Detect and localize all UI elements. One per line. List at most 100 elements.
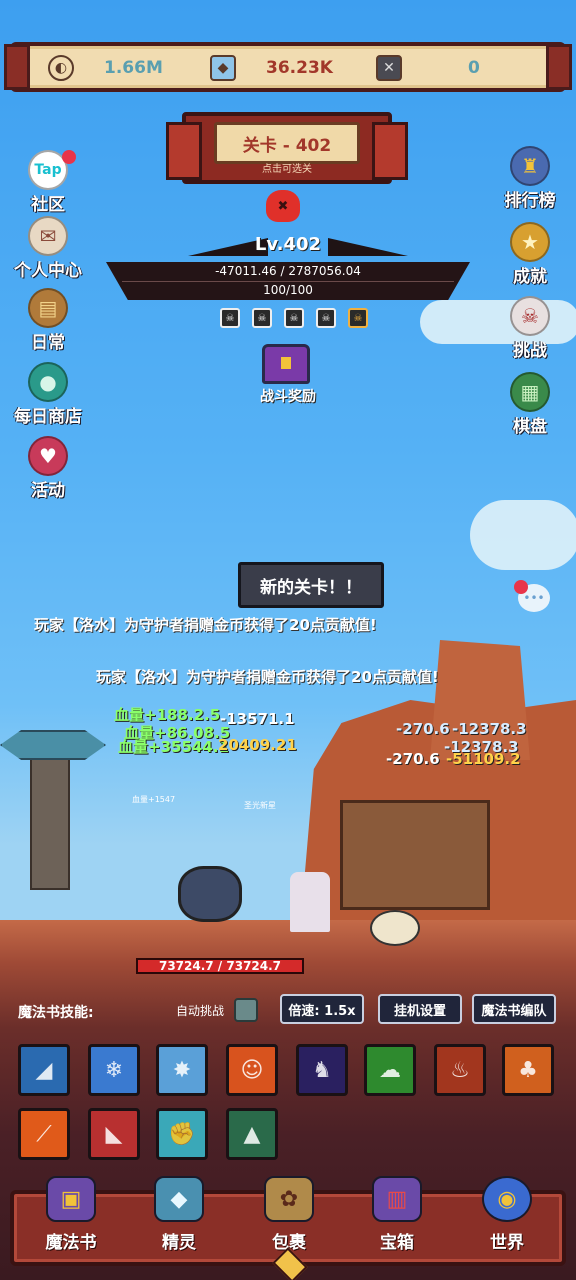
- blade-slash-icon[interactable]: ◣: [88, 1108, 140, 1160]
- flame-strike-icon[interactable]: ⟋: [18, 1108, 70, 1160]
- menu-event[interactable]: ♥ 活动: [8, 436, 88, 501]
- hp-divider: [122, 281, 454, 282]
- chessboard-icon: ▦: [510, 372, 550, 412]
- event-icon: ♥: [28, 436, 68, 476]
- boss-level: Lv.402: [254, 234, 322, 255]
- menu-chessboard[interactable]: ▦ 棋盘: [490, 372, 570, 437]
- menu-chessboard-label: 棋盘: [513, 417, 547, 437]
- resource-bar-cap-right: [546, 44, 572, 90]
- damage-number: 20409.21: [218, 736, 297, 754]
- damage-number: -270.6: [386, 750, 440, 768]
- challenge-skull-icon: ☠: [510, 296, 550, 336]
- damage-number: -51109.2: [446, 750, 521, 768]
- shadow-figure-icon[interactable]: ♞: [296, 1044, 348, 1096]
- wind-slash-icon[interactable]: ◢: [18, 1044, 70, 1096]
- shop-icon: ●: [28, 362, 68, 402]
- skill-panel-title: 魔法书技能:: [18, 1005, 94, 1021]
- menu-daily-shop-label: 每日商店: [14, 407, 82, 427]
- menu-ranking-label: 排行榜: [504, 191, 556, 211]
- rune-icon: ✕: [376, 55, 402, 81]
- resource-bar-cap-left: [4, 44, 30, 90]
- nav-bag[interactable]: ✿ 包裹: [244, 1176, 334, 1253]
- wave-skull-icon: ☠: [316, 308, 336, 328]
- resource-rune-value: 0: [468, 58, 480, 78]
- menu-daily-shop[interactable]: ● 每日商店: [8, 362, 88, 427]
- nav-spellbook[interactable]: ▣ 魔法书: [26, 1176, 116, 1253]
- nav-spellbook-label: 魔法书: [45, 1233, 97, 1253]
- notification-badge: [514, 580, 528, 594]
- ranking-icon: ♜: [510, 146, 550, 186]
- resource-crystal-value: 36.23K: [266, 58, 333, 78]
- nav-world[interactable]: ◉ 世界: [462, 1176, 552, 1253]
- chest-icon: ▥: [372, 1176, 422, 1222]
- wave-progress: ☠ ☠ ☠ ☠ ☠: [220, 308, 368, 328]
- ice-shards-icon[interactable]: ❄: [88, 1044, 140, 1096]
- menu-profile[interactable]: ✉ 个人中心: [8, 216, 88, 281]
- stage-title[interactable]: 关卡 - 402: [214, 122, 360, 164]
- resource-gold: ◐ 1.66M: [48, 54, 163, 82]
- auto-challenge-toggle[interactable]: [234, 998, 258, 1022]
- resource-bar: ◐ 1.66M ◆ 36.23K ✕ 0: [4, 42, 572, 92]
- menu-community[interactable]: Tap 社区: [8, 150, 88, 215]
- menu-challenge[interactable]: ☠ 挑战: [490, 296, 570, 361]
- boss-hp-line: 100/100: [263, 283, 313, 297]
- daily-icon: ▤: [28, 288, 68, 328]
- fire-golem-icon[interactable]: ♣: [502, 1044, 554, 1096]
- resource-crystal: ◆ 36.23K: [210, 54, 333, 82]
- totem-pole: [30, 740, 70, 890]
- nav-chest[interactable]: ▥ 宝箱: [352, 1176, 442, 1253]
- fire-spirit-icon[interactable]: ☺: [226, 1044, 278, 1096]
- menu-challenge-label: 挑战: [513, 341, 547, 361]
- menu-event-label: 活动: [31, 481, 65, 501]
- wave-skull-icon-current: ☠: [348, 308, 368, 328]
- gold-coin-icon: ◐: [48, 55, 74, 81]
- idle-settings-button[interactable]: 挂机设置: [378, 994, 462, 1024]
- damage-number: -12378.3: [452, 720, 527, 738]
- menu-achievement[interactable]: ★ 成就: [490, 222, 570, 287]
- achievement-icon: ★: [510, 222, 550, 262]
- nav-spirit[interactable]: ◆ 精灵: [134, 1176, 224, 1253]
- menu-daily-label: 日常: [31, 333, 65, 353]
- resource-rune: ✕ 0: [376, 54, 480, 82]
- nav-chest-label: 宝箱: [380, 1233, 414, 1253]
- notification-badge: [62, 150, 76, 164]
- spellbook-icon: ▣: [46, 1176, 96, 1222]
- world-eye-icon: ◉: [482, 1176, 532, 1222]
- menu-ranking[interactable]: ♜ 排行榜: [490, 146, 570, 211]
- nav-spirit-label: 精灵: [162, 1233, 196, 1253]
- menu-profile-label: 个人中心: [14, 261, 82, 281]
- notice-line: 玩家【洛水】为守护者捐赠金币获得了20点贡献值!: [34, 616, 377, 634]
- profile-icon: ✉: [28, 216, 68, 256]
- pet-heal-label: 血量+1547: [132, 795, 176, 804]
- menu-community-label: 社区: [31, 195, 65, 215]
- enemy-skull: [370, 910, 420, 946]
- hero-hp-bar: 73724.7 / 73724.7: [136, 958, 304, 974]
- menu-daily[interactable]: ▤ 日常: [8, 288, 88, 353]
- ice-fist-icon[interactable]: ✊: [156, 1108, 208, 1160]
- wave-skull-icon: ☠: [252, 308, 272, 328]
- poison-cloud-icon[interactable]: ☁: [364, 1044, 416, 1096]
- clay-vase: [178, 866, 242, 922]
- nav-world-label: 世界: [490, 1233, 524, 1253]
- bag-icon: ✿: [264, 1176, 314, 1222]
- new-stage-toast: 新的关卡！！: [238, 562, 384, 608]
- wooden-shack: [340, 800, 490, 910]
- boss-damage-line: -47011.46 / 2787056.04: [215, 264, 361, 278]
- cloud: [470, 500, 576, 570]
- totem-head: [0, 730, 106, 760]
- flame-sword-icon[interactable]: ♨: [434, 1044, 486, 1096]
- battle-reward-chest-icon[interactable]: [262, 344, 310, 384]
- wave-skull-icon: ☠: [220, 308, 240, 328]
- wolf-claw-icon[interactable]: ▲: [226, 1108, 278, 1160]
- battle-reward-label[interactable]: 战斗奖励: [240, 386, 336, 406]
- resource-gold-value: 1.66M: [104, 58, 163, 78]
- heal-number: 血量+35544.1: [118, 738, 229, 756]
- lightning-burst-icon[interactable]: ✸: [156, 1044, 208, 1096]
- book-team-button[interactable]: 魔法书编队: [472, 994, 556, 1024]
- speed-button[interactable]: 倍速: 1.5x: [280, 994, 364, 1024]
- crystal-icon: ◆: [210, 55, 236, 81]
- level-wing-right: [328, 238, 408, 256]
- auto-challenge-label: 自动挑战: [176, 1004, 225, 1018]
- stage-hint: 点击可选关: [262, 164, 312, 175]
- spirit-crystal-icon: ◆: [154, 1176, 204, 1222]
